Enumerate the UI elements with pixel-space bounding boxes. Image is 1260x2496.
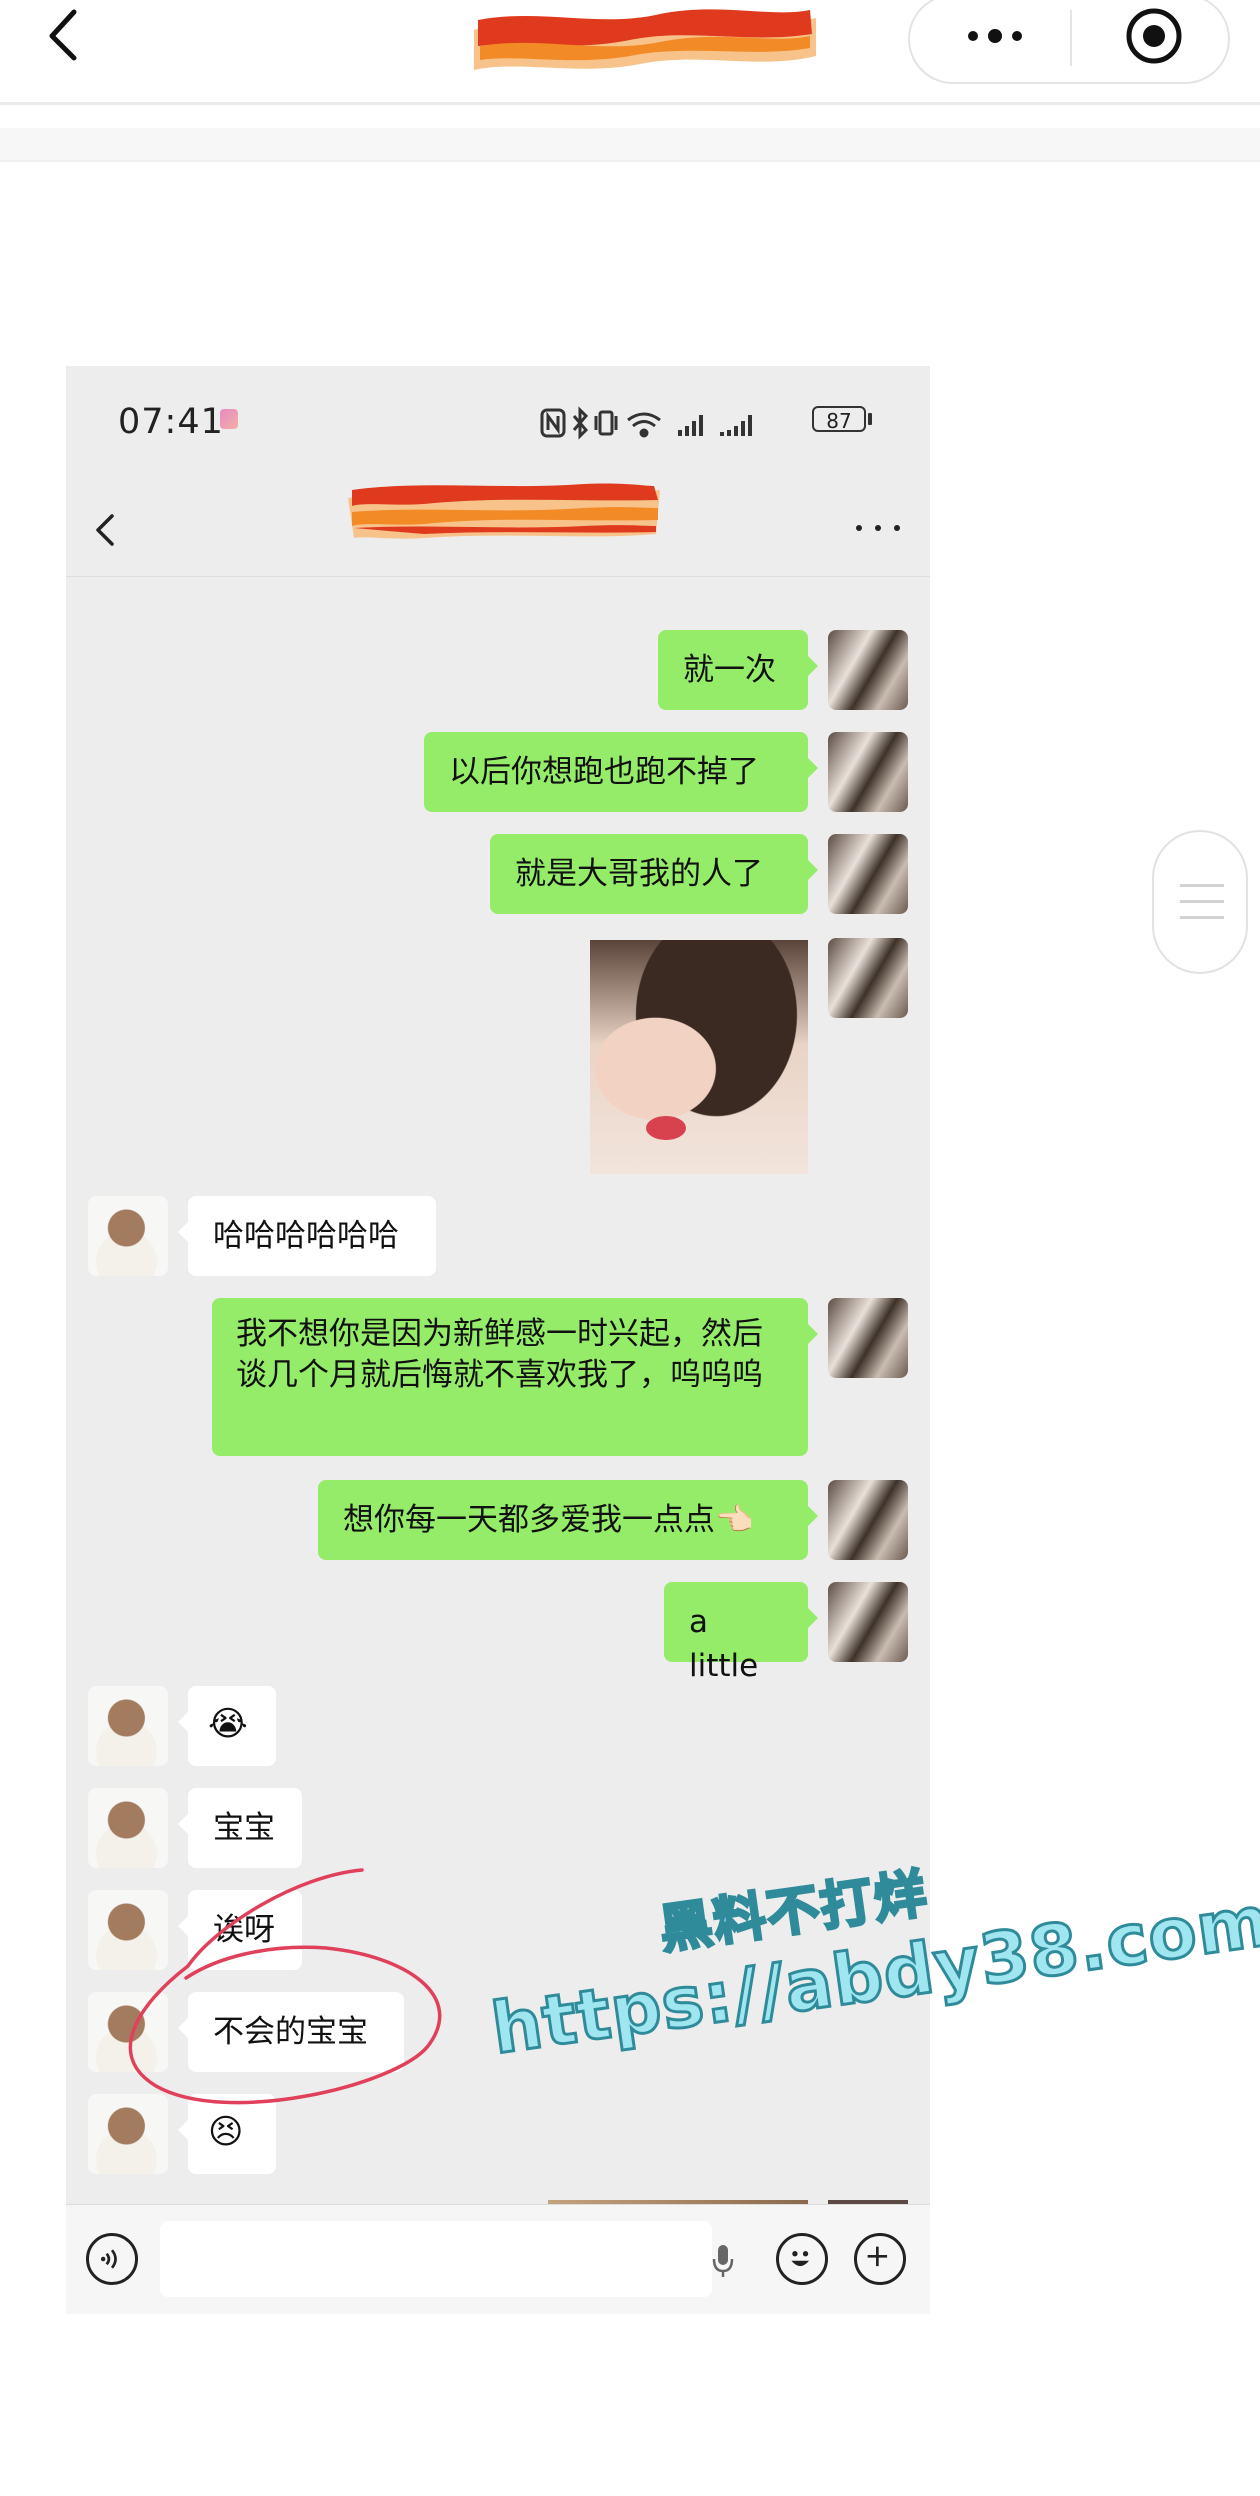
target-circle-icon[interactable] (1124, 6, 1184, 66)
signal-icon-2 (720, 415, 752, 436)
avatar[interactable] (828, 630, 908, 710)
more-dots-icon[interactable] (856, 522, 900, 534)
message-bubble[interactable]: a little (664, 1582, 818, 1684)
avatar[interactable] (88, 1788, 168, 1868)
divider (0, 102, 1260, 105)
message-input[interactable] (160, 2221, 734, 2297)
chat-nav-bar (66, 466, 930, 577)
message-bubble[interactable]: 就一次 (658, 630, 818, 710)
microphone-icon[interactable] (710, 2243, 736, 2279)
avatar[interactable] (88, 2094, 168, 2174)
image-message[interactable] (590, 940, 808, 1174)
emoji-icon[interactable] (776, 2233, 828, 2285)
message-bubble[interactable]: 想你每一天都多爱我一点点👈🏻 (318, 1480, 818, 1560)
message-bubble[interactable]: 哈哈哈哈哈哈 (178, 1196, 436, 1276)
chat-screenshot: 07:41 87 就一次 以后你想跑也跑不掉了 就是大哥我的人了 哈哈哈哈哈哈 … (66, 366, 930, 2314)
message-bubble[interactable]: 我不想你是因为新鲜感一时兴起，然后谈几个月就后悔就不喜欢我了，呜呜呜 (212, 1298, 818, 1456)
avatar[interactable] (88, 1890, 168, 1970)
avatar[interactable] (88, 1992, 168, 2072)
more-dots-icon[interactable] (960, 16, 1030, 56)
message-bubble[interactable]: 😣 (178, 2094, 276, 2174)
message-bubble[interactable]: 就是大哥我的人了 (490, 834, 818, 914)
bluetooth-icon (572, 406, 589, 440)
chevron-left-icon[interactable] (40, 6, 90, 62)
divider (0, 160, 1260, 162)
message-bubble[interactable]: 以后你想跑也跑不掉了 (424, 732, 818, 812)
wifi-icon (627, 412, 661, 438)
notification-icon (220, 409, 238, 429)
message-bubble[interactable]: 不会的宝宝 (178, 1992, 404, 2072)
avatar[interactable] (828, 732, 908, 812)
vibrate-icon (594, 410, 618, 436)
chat-input-bar (66, 2204, 930, 2314)
avatar[interactable] (828, 1298, 908, 1378)
plus-icon[interactable] (854, 2233, 906, 2285)
avatar[interactable] (88, 1196, 168, 1276)
avatar[interactable] (88, 1686, 168, 1766)
nfc-icon (540, 408, 566, 438)
signal-icon (678, 415, 703, 436)
battery-tip (868, 413, 872, 425)
message-bubble[interactable]: 宝宝 (178, 1788, 302, 1868)
outer-header (0, 0, 1260, 104)
avatar[interactable] (828, 1582, 908, 1662)
redacted-title (474, 9, 816, 70)
voice-icon[interactable] (86, 2233, 138, 2285)
battery-indicator: 87 (812, 406, 866, 433)
avatar[interactable] (828, 1480, 908, 1560)
divider (0, 128, 1260, 162)
message-bubble[interactable]: 😭 (178, 1686, 276, 1766)
status-time: 07:41 (118, 402, 224, 442)
image-detail (646, 1116, 686, 1140)
status-bar: 07:41 87 (66, 366, 930, 466)
redacted-contact-name (348, 483, 660, 539)
capsule-divider (1070, 10, 1072, 66)
avatar[interactable] (828, 834, 908, 914)
floating-side-handle[interactable] (1152, 830, 1248, 974)
capsule-menu (908, 0, 1230, 84)
avatar[interactable] (828, 938, 908, 1018)
message-bubble[interactable]: 诶呀 (178, 1890, 302, 1970)
chevron-left-icon[interactable] (92, 510, 120, 550)
